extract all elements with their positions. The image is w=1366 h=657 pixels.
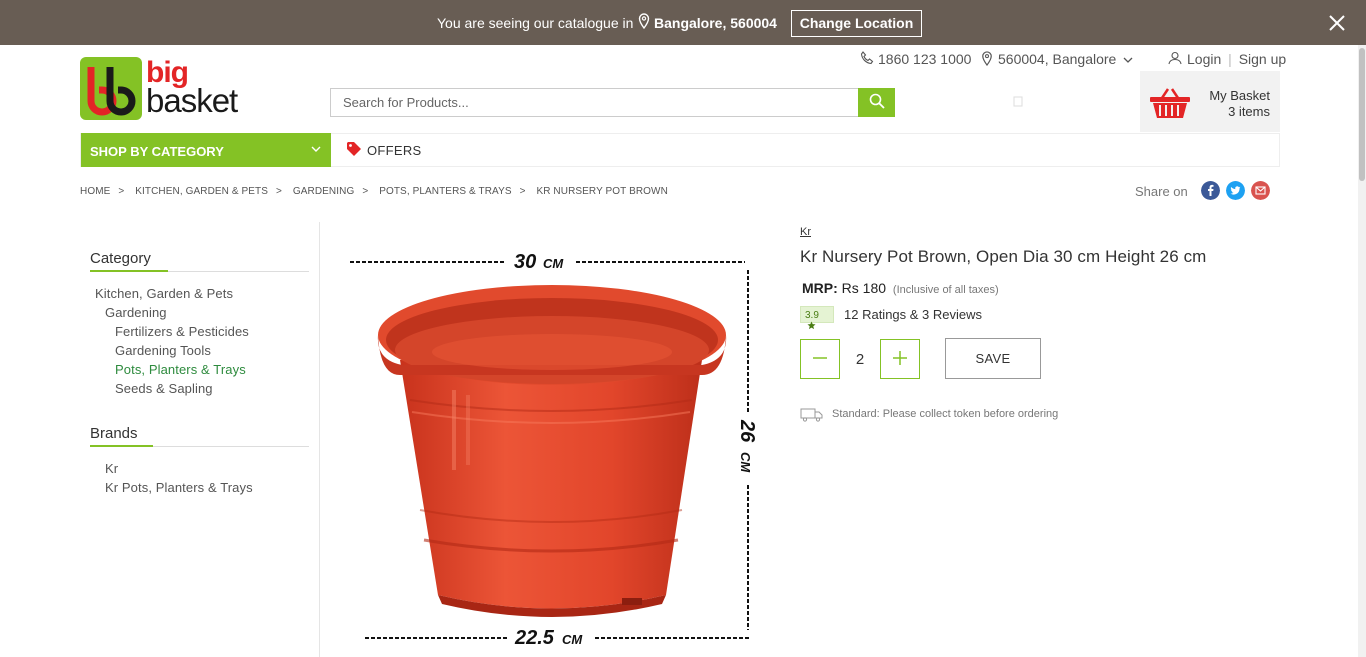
my-basket-button[interactable]: My Basket 3 items xyxy=(1140,71,1280,132)
location-pin-icon xyxy=(638,13,650,29)
search-input[interactable] xyxy=(330,88,859,117)
breadcrumb-separator: > xyxy=(276,186,282,197)
location-pin-icon xyxy=(982,51,992,66)
dim-bottom-unit: CM xyxy=(562,632,583,647)
basket-label: My Basket 3 items xyxy=(1209,88,1270,120)
rating-value: 3.9 xyxy=(805,310,819,321)
search-button[interactable] xyxy=(858,88,895,117)
breadcrumb-gardening[interactable]: GARDENING xyxy=(293,186,354,197)
product-image[interactable]: 30 CM 26 CM 22.5 CM xyxy=(340,240,770,657)
location-bar-text: You are seeing our catalogue in xyxy=(437,15,634,31)
category-divider xyxy=(90,270,309,272)
sidebar-item-fertilizers[interactable]: Fertilizers & Pesticides xyxy=(115,324,249,339)
offers-link[interactable]: OFFERS xyxy=(346,134,422,166)
sidebar-item-pots-planters-trays[interactable]: Pots, Planters & Trays xyxy=(115,362,246,377)
breadcrumb-separator: > xyxy=(118,186,125,197)
delivery-truck-icon xyxy=(800,408,823,422)
tag-icon xyxy=(347,142,361,156)
shop-by-category-label: SHOP BY CATEGORY xyxy=(90,144,224,159)
scrollbar-thumb[interactable] xyxy=(1359,48,1365,181)
breadcrumb-kitchen-garden-pets[interactable]: KITCHEN, GARDEN & PETS xyxy=(135,186,268,197)
phone-icon xyxy=(860,51,874,65)
tax-note: (Inclusive of all taxes) xyxy=(892,284,999,296)
basket-title: My Basket xyxy=(1209,88,1270,103)
product-title: Kr Nursery Pot Brown, Open Dia 30 cm Hei… xyxy=(800,247,1207,266)
breadcrumb: HOME > KITCHEN, GARDEN & PETS > GARDENING >… xyxy=(80,186,668,197)
brands-divider xyxy=(90,445,309,447)
breadcrumb-separator: > xyxy=(519,186,526,197)
user-icon xyxy=(1168,51,1182,65)
mrp-label: MRP: xyxy=(802,280,838,296)
location-city: Bangalore, 560004 xyxy=(654,15,777,31)
breadcrumb-home[interactable]: HOME xyxy=(80,186,110,197)
scrollbar[interactable] xyxy=(1358,45,1366,657)
sidebar-item-kitchen-garden-pets[interactable]: Kitchen, Garden & Pets xyxy=(95,286,233,301)
brand-item-kr-pots[interactable]: Kr Pots, Planters & Trays xyxy=(105,480,253,495)
placeholder-image-icon xyxy=(1013,96,1023,107)
delivery-info: Standard: Please collect token before or… xyxy=(800,408,1059,422)
quantity-value[interactable]: 2 xyxy=(848,351,872,368)
breadcrumb-separator: > xyxy=(362,186,369,197)
quantity-decrease-button[interactable] xyxy=(800,339,840,379)
minus-icon xyxy=(813,356,827,359)
ratings-reviews-link[interactable]: 12 Ratings & 3 Reviews xyxy=(844,307,982,322)
vertical-divider xyxy=(319,222,320,657)
logo-bb-icon xyxy=(87,67,136,116)
dim-height-unit: CM xyxy=(738,452,753,473)
delivery-text: Standard: Please collect token before or… xyxy=(832,408,1059,420)
phone-number: 1860 123 1000 xyxy=(878,51,972,67)
header-location-value: 560004, Bangalore xyxy=(998,51,1117,67)
login-link[interactable]: Login xyxy=(1187,51,1221,67)
category-nav: SHOP BY CATEGORY OFFERS xyxy=(80,133,1280,167)
dim-bottom-value: 22.5 xyxy=(514,627,555,649)
quantity-increase-button[interactable] xyxy=(880,339,920,379)
twitter-icon[interactable] xyxy=(1226,181,1245,200)
close-icon[interactable] xyxy=(1327,13,1347,33)
signup-link[interactable]: Sign up xyxy=(1239,51,1286,67)
sidebar-item-seeds-sapling[interactable]: Seeds & Sapling xyxy=(115,381,213,396)
dim-top-unit: CM xyxy=(543,256,564,271)
product-brand-link[interactable]: Kr xyxy=(800,226,811,238)
bigbasket-logo[interactable]: big basket xyxy=(80,56,240,121)
brand-item-kr[interactable]: Kr xyxy=(105,461,118,476)
chevron-down-icon xyxy=(1123,57,1133,63)
rating-badge: 3.9 xyxy=(800,306,834,330)
sidebar-item-gardening[interactable]: Gardening xyxy=(105,305,167,320)
share-label: Share on xyxy=(1135,184,1188,199)
price-value: Rs 180 xyxy=(841,280,887,296)
breadcrumb-current[interactable]: KR NURSERY POT BROWN xyxy=(536,186,667,197)
auth-links: Login | Sign up xyxy=(1168,51,1286,67)
header-location[interactable]: 560004, Bangalore xyxy=(981,51,1133,67)
shop-by-category-button[interactable]: SHOP BY CATEGORY xyxy=(81,133,331,167)
auth-divider: | xyxy=(1228,51,1232,67)
star-icon xyxy=(807,321,816,330)
product-price: MRP: Rs 180 (Inclusive of all taxes) xyxy=(802,280,999,296)
dim-height-value: 26 xyxy=(736,419,758,443)
chevron-down-icon xyxy=(311,146,321,152)
logo-mark xyxy=(80,57,142,120)
brands-heading: Brands xyxy=(90,425,138,442)
logo-word-basket: basket xyxy=(146,82,238,119)
plus-icon xyxy=(893,350,907,365)
change-location-button[interactable]: Change Location xyxy=(791,10,922,37)
save-button[interactable]: SAVE xyxy=(945,338,1041,379)
dim-top-value: 30 xyxy=(514,251,536,273)
email-icon[interactable] xyxy=(1251,181,1270,200)
sidebar-item-gardening-tools[interactable]: Gardening Tools xyxy=(115,343,211,358)
category-heading: Category xyxy=(90,250,151,267)
search-icon xyxy=(869,93,885,109)
basket-count: 3 items xyxy=(1228,104,1270,119)
location-bar: You are seeing our catalogue in Bangalor… xyxy=(0,0,1366,45)
offers-label: OFFERS xyxy=(367,143,422,158)
phone-link[interactable]: 1860 123 1000 xyxy=(860,51,971,67)
facebook-icon[interactable] xyxy=(1201,181,1220,200)
basket-icon xyxy=(1150,88,1190,118)
breadcrumb-pots-planters-trays[interactable]: POTS, PLANTERS & TRAYS xyxy=(379,186,511,197)
